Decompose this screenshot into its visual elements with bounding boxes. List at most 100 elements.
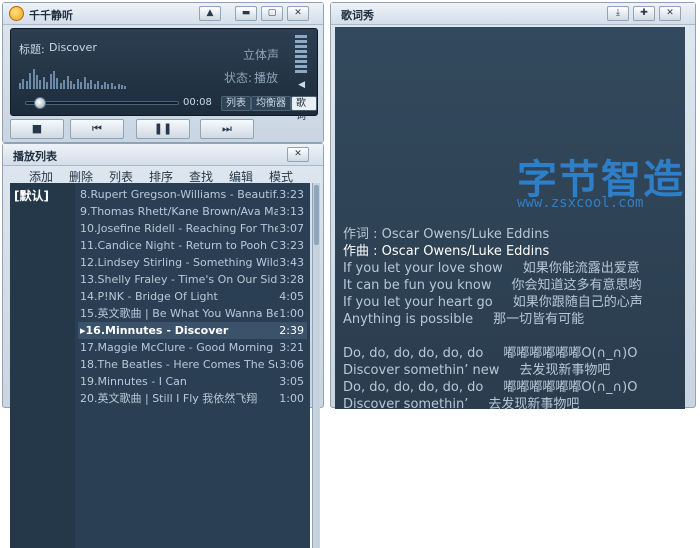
spectrum-bar [90,80,93,89]
player-window: 千千静听 ▲ ▬ ▢ ✕ 标题: Discover 立体声 状态: 播放 ◀ 0… [2,2,324,143]
prev-icon[interactable]: ⏮ [70,119,124,139]
table-row[interactable]: 17.Maggie McClure - Good Morning ... 3:21 [78,339,307,356]
volume-segment [295,40,307,43]
volume-segment [295,50,307,53]
tab-playlist[interactable]: 列表 [221,96,251,111]
spectrum-bar [110,83,113,89]
status-value: 播放 [254,71,279,85]
pause-icon[interactable]: ❚❚ [136,119,190,139]
table-row[interactable]: 10.Josefine Ridell - Reaching For The ..… [78,220,307,237]
table-row[interactable]: ▸16.Minnutes - Discover 2:39 [78,322,307,339]
table-row[interactable]: 12.Lindsey Stirling - Something Wild [..… [78,254,307,271]
lyric-translation: 那一切皆有可能 [493,312,585,327]
player-title: 千千静听 [29,9,73,22]
track-title: 13.Shelly Fraley - Time's On Our Side [80,273,278,286]
volume-segment [295,45,307,48]
spectrum-bar [80,82,83,89]
lyrics-titlebar[interactable]: 歌词秀 ⤓ ✚ ✕ [331,3,695,25]
spectrum-bar [29,73,32,89]
group-default[interactable]: [默认] [14,187,49,204]
spectrum-bar [53,71,55,89]
track-title: 19.Minnutes - I Can [80,375,187,388]
restore-icon[interactable]: ▲ [199,6,221,21]
pin-icon[interactable]: ✚ [633,6,655,21]
table-row[interactable]: 9.Thomas Rhett/Kane Brown/Ava Ma... 3:13 [78,203,307,220]
next-icon[interactable]: ⏭ [200,119,254,139]
track-title: 18.The Beatles - Here Comes The Sun ... [80,358,278,371]
spectrum-bar [83,77,86,89]
track-duration: 3:06 [279,358,304,371]
lyric-text: Anything is possible [343,312,474,327]
spectrum-bar [107,84,110,89]
spectrum-bar [114,86,117,89]
playlist-title: 播放列表 [13,150,57,163]
track-title: ▸16.Minnutes - Discover [80,324,229,337]
track-duration: 3:23 [279,188,304,201]
download-icon[interactable]: ⤓ [607,6,629,21]
speaker-icon[interactable]: ◀ [298,80,305,90]
volume-meter[interactable] [293,35,317,87]
spectrum-bar [100,85,103,89]
tab-lyrics[interactable]: 歌词 [291,96,317,122]
track-duration: 3:43 [279,256,304,269]
track-name: Discover [49,41,97,54]
table-row[interactable]: 20.英文歌曲 | Still I Fly 我依然飞翔 1:00 [78,390,307,407]
lyrics-window: 歌词秀 ⤓ ✚ ✕ 字节智造 www.zsxcool.com 作词 : Osca… [330,2,696,412]
track-title: 8.Rupert Gregson-Williams - Beautif... [80,188,278,201]
spectrum-bar [66,76,69,89]
track-duration: 1:00 [279,392,304,405]
track-title: 14.P!NK - Bridge Of Light [80,290,218,303]
spectrum-bar [39,80,42,89]
lyrics-panel: 字节智造 www.zsxcool.com 作词 : Oscar Owens/Lu… [335,27,685,412]
spectrum-bar [56,78,59,89]
close-icon[interactable]: ✕ [287,147,309,162]
track-duration: 1:00 [279,307,304,320]
playlist-titlebar[interactable]: 播放列表 ✕ [3,144,323,166]
minimize-icon[interactable]: ▬ [235,6,257,21]
spectrum-bar [19,83,21,89]
table-row[interactable]: 8.Rupert Gregson-Williams - Beautif... 3:… [78,186,307,203]
close-icon[interactable]: ✕ [659,6,681,21]
track-title: 9.Thomas Rhett/Kane Brown/Ava Ma... [80,205,278,218]
spectrum-bar [32,69,35,89]
table-row[interactable]: 14.P!NK - Bridge Of Light 4:05 [78,288,307,305]
lyrics-title: 歌词秀 [341,9,374,22]
track-duration: 3:05 [279,375,304,388]
spectrum-bar [76,79,79,89]
track-duration: 3:28 [279,273,304,286]
spectrum-bar [73,84,76,89]
track-title: 17.Maggie McClure - Good Morning ... [80,341,278,354]
track-duration: 3:21 [279,341,304,354]
spectrum-bar [117,84,120,89]
spectrum-bar [59,83,62,89]
tab-equalizer[interactable]: 均衡器 [251,96,291,111]
status-label: 状态: [224,71,253,85]
spectrum-bar [49,74,52,89]
playlist-scrollbar[interactable] [312,183,320,548]
track-title: 12.Lindsey Stirling - Something Wild [..… [80,256,278,269]
lyric-line: Anything is possible 那一切皆有可能 [343,308,584,327]
table-row[interactable]: 11.Candice Night - Return to Pooh Co... 3… [78,237,307,254]
track-title: 11.Candice Night - Return to Pooh Co... [80,239,278,252]
track-duration: 3:13 [279,205,304,218]
table-row[interactable]: 18.The Beatles - Here Comes The Sun ...3… [78,356,307,373]
volume-segment [295,70,307,73]
track-label: 标题: [19,43,45,56]
stop-icon[interactable]: ■ [10,119,64,139]
seek-bar[interactable] [25,97,179,109]
spectrum-bar [25,81,28,89]
close-icon[interactable]: ✕ [287,6,309,21]
playlist-groups: [默认] [10,183,75,548]
spectrum-visualizer [19,65,131,89]
table-row[interactable]: 13.Shelly Fraley - Time's On Our Side 3:2… [78,271,307,288]
table-row[interactable]: 15.英文歌曲 | Be What You Wanna Be 1:00 [78,305,307,322]
track-duration: 4:05 [279,290,304,303]
track-duration: 3:23 [279,239,304,252]
spectrum-bar [46,82,49,89]
maximize-icon[interactable]: ▢ [261,6,283,21]
scrollbar-thumb[interactable] [314,185,319,245]
spectrum-bar [104,82,106,89]
table-row[interactable]: 19.Minnutes - I Can 3:05 [78,373,307,390]
seek-knob[interactable] [34,97,46,109]
player-titlebar[interactable]: 千千静听 ▲ ▬ ▢ ✕ [3,3,323,25]
